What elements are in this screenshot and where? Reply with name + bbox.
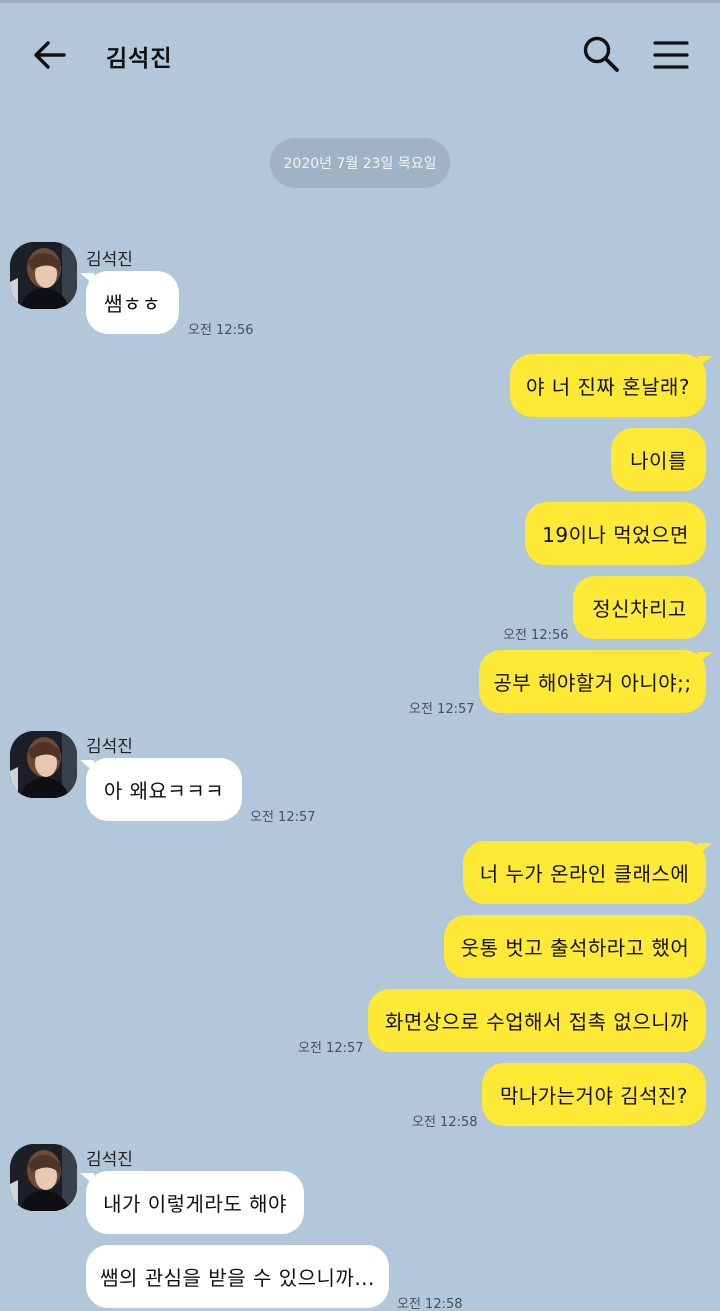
- profile-photo-icon: [10, 731, 77, 798]
- avatar[interactable]: [10, 242, 77, 309]
- sender-name: 김석진: [86, 737, 133, 757]
- message-bubble-outgoing[interactable]: 화면상으로 수업해서 접촉 없으니까: [368, 989, 706, 1052]
- message-text: 쌤ㅎㅎ: [104, 292, 161, 316]
- message-text: 내가 이렇게라도 해야: [103, 1192, 287, 1216]
- sender-name: 김석진: [86, 250, 133, 270]
- message-bubble-outgoing[interactable]: 막나가는거야 김석진?: [482, 1063, 706, 1126]
- message-time: 오전 12:56: [188, 323, 254, 338]
- search-button[interactable]: [580, 33, 622, 75]
- message-text: 19이나 먹었으면: [542, 523, 689, 547]
- message-time: 오전 12:57: [250, 810, 316, 825]
- message-time: 오전 12:57: [409, 702, 475, 717]
- message-bubble-outgoing[interactable]: 나이를: [611, 428, 706, 491]
- message-bubble-outgoing[interactable]: 웃통 벗고 출석하라고 했어: [444, 915, 706, 978]
- message-bubble-incoming[interactable]: 아 왜요ㅋㅋㅋ: [80, 758, 242, 821]
- message-bubble-incoming[interactable]: 쌤의 관심을 받을 수 있으니까...: [86, 1245, 389, 1308]
- arrow-left-icon: [34, 41, 66, 69]
- message-text: 정신차리고: [592, 597, 687, 621]
- profile-photo-icon: [10, 1144, 77, 1211]
- chat-header: 김석진: [0, 3, 720, 103]
- message-bubble-outgoing[interactable]: 너 누가 온라인 클래스에: [463, 841, 712, 904]
- message-bubble-incoming[interactable]: 내가 이렇게라도 해야: [80, 1171, 304, 1234]
- message-bubble-outgoing[interactable]: 정신차리고: [573, 576, 706, 639]
- date-divider: 2020년 7월 23일 목요일: [270, 138, 450, 188]
- message-bubble-outgoing[interactable]: 야 너 진짜 혼날래?: [510, 354, 712, 417]
- hamburger-menu-icon: [653, 41, 689, 69]
- search-icon: [583, 36, 619, 72]
- avatar[interactable]: [10, 731, 77, 798]
- message-text: 웃통 벗고 출석하라고 했어: [460, 936, 690, 960]
- message-time: 오전 12:57: [298, 1041, 364, 1056]
- menu-button[interactable]: [650, 35, 692, 75]
- message-bubble-incoming[interactable]: 쌤ㅎㅎ: [80, 271, 179, 334]
- message-text: 공부 해야할거 아니야;;: [493, 671, 692, 695]
- avatar[interactable]: [10, 1144, 77, 1211]
- message-text: 야 너 진짜 혼날래?: [526, 375, 690, 399]
- sender-name: 김석진: [86, 1150, 133, 1170]
- profile-photo-icon: [10, 242, 77, 309]
- message-text: 막나가는거야 김석진?: [499, 1084, 689, 1108]
- message-text: 너 누가 온라인 클래스에: [479, 862, 690, 886]
- message-time: 오전 12:58: [412, 1115, 478, 1130]
- message-text: 화면상으로 수업해서 접촉 없으니까: [384, 1010, 690, 1034]
- message-text: 쌤의 관심을 받을 수 있으니까...: [100, 1266, 375, 1290]
- chat-title: 김석진: [106, 46, 173, 72]
- message-bubble-outgoing[interactable]: 19이나 먹었으면: [525, 502, 706, 565]
- message-text: 나이를: [630, 449, 687, 473]
- message-time: 오전 12:58: [397, 1297, 463, 1311]
- message-text: 아 왜요ㅋㅋㅋ: [103, 779, 225, 803]
- message-bubble-outgoing[interactable]: 공부 해야할거 아니야;;: [479, 650, 712, 713]
- back-button[interactable]: [30, 35, 70, 75]
- message-time: 오전 12:56: [503, 628, 569, 643]
- chat-screen: 김석진 2020년 7월 23일 목요일 김석진 쌤ㅎㅎ 오전 12:56 야 …: [0, 0, 720, 1311]
